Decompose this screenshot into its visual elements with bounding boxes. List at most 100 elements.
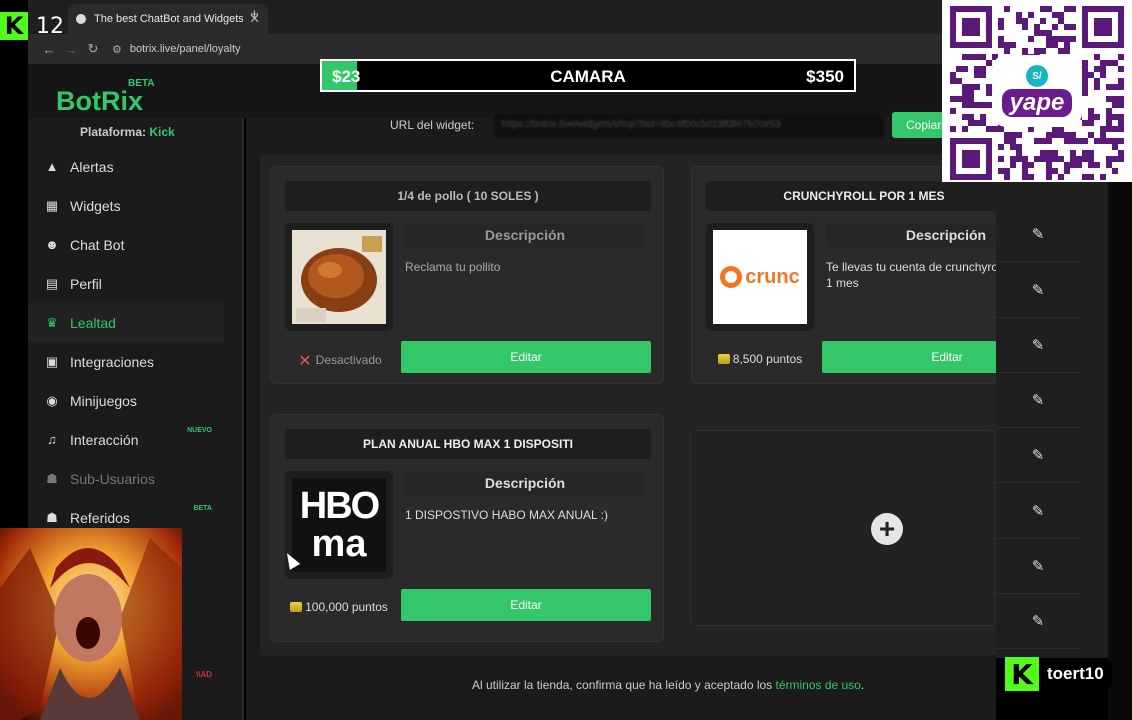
pencil-icon[interactable]: ✎ [1032,446,1045,464]
botrix-logo[interactable]: BotRix [56,86,143,117]
qr-module [1118,114,1124,120]
qr-module [974,102,980,108]
pencil-icon[interactable]: ✎ [1032,612,1045,630]
qr-module [1004,42,1010,48]
edit-button[interactable]: Editar [401,341,651,373]
donation-goal-bar: $23 CAMARA $350 [320,59,856,92]
crunchyroll-icon [720,266,743,288]
platform-value: Kick [149,125,175,139]
qr-module [1076,162,1082,168]
qr-module [1106,126,1112,132]
reload-icon[interactable]: ↻ [82,41,104,57]
qr-module [950,72,956,78]
trophy-icon: ♛ [46,314,58,330]
qr-module [1082,60,1088,66]
qr-module [974,66,980,72]
qr-module [1052,24,1058,30]
url-text[interactable]: botrix.live/panel/loyalty [130,43,241,55]
loyalty-store-panel: URL del widget: https://botrix.live/widg… [246,112,1021,720]
edit-row[interactable]: ✎ [996,427,1080,483]
users-icon: ☗ [46,470,58,486]
sidebar-item-interaccion[interactable]: ♫ Interacción NUEVO [28,420,242,459]
edit-row[interactable]: ✎ [996,372,1080,428]
sidebar-item-label: Sub-Usuarios [70,470,155,487]
qr-module [1040,48,1046,54]
terms-link[interactable]: términos de uso [776,678,861,692]
qr-module [1112,102,1118,108]
qr-module [1046,6,1052,12]
qr-finder [962,18,980,36]
sidebar-item-widgets[interactable]: ▦ Widgets [28,186,242,225]
hbo-max-logo: HBO ma [292,478,386,572]
qr-module [998,156,1004,162]
pencil-icon[interactable]: ✎ [1032,281,1045,299]
description-heading: Descripción [826,223,1020,247]
sidebar-item-sub-usuarios[interactable]: ☗ Sub-Usuarios [28,459,242,498]
sidebar-nav: ▲ Alertas ▦ Widgets ☻ Chat Bot ▤ Perfil … [28,147,242,537]
pencil-icon[interactable]: ✎ [1032,391,1045,409]
reward-image [285,223,393,331]
browser-tab[interactable]: The best ChatBot and Widgets f ✕ [68,4,268,34]
yape-logo: S/ yape [992,55,1082,127]
sidebar-item-chat-bot[interactable]: ☻ Chat Bot [28,225,242,264]
qr-module [1070,132,1076,138]
new-tab-button[interactable]: + [250,6,259,23]
widget-url-input[interactable]: https://botrix.live/widgets/shop?bid=8bc… [494,114,884,138]
streamer-name: toert10 [1039,659,1112,689]
qr-module [1022,156,1028,162]
qr-module [1070,150,1076,156]
qr-module [1106,120,1112,126]
edit-row[interactable]: ✎ [996,262,1080,318]
qr-module [1082,66,1088,72]
sidebar-item-perfil[interactable]: ▤ Perfil [28,264,242,303]
sidebar-item-minijuegos[interactable]: ◉ Minijuegos [28,381,242,420]
qr-module [1046,36,1052,42]
edit-row[interactable]: ✎ [996,593,1080,649]
tab-title: The best ChatBot and Widgets f [94,13,244,25]
pencil-icon[interactable]: ✎ [1032,336,1045,354]
qr-module [1082,174,1088,180]
qr-module [1046,156,1052,162]
edit-row[interactable]: ✎ [996,483,1080,539]
qr-module [962,90,968,96]
edit-row[interactable]: ✎ [996,206,1080,262]
qr-module [1058,174,1064,180]
pencil-icon[interactable]: ✎ [1032,225,1045,243]
qr-module [1106,84,1112,90]
qr-module [1088,72,1094,78]
sidebar-item-lealtad[interactable]: ♛ Lealtad [28,303,224,342]
add-reward-icon[interactable]: + [871,513,903,545]
qr-module [1088,114,1094,120]
qr-module [1100,132,1106,138]
qr-module [1082,138,1088,144]
sidebar-item-alertas[interactable]: ▲ Alertas [28,147,242,186]
qr-module [1010,42,1016,48]
crunchyroll-wordmark: crunc [745,265,800,288]
description-heading: Descripción [405,223,645,247]
reward-list-column: ✎ ✎ ✎ ✎ ✎ ✎ ✎ ✎ [996,182,1108,658]
qr-module [998,18,1004,24]
qr-module [1046,42,1052,48]
qr-module [1004,138,1010,144]
qr-module [1040,138,1046,144]
qr-module [974,120,980,126]
qr-module [1106,162,1112,168]
qr-module [1118,102,1124,108]
qr-module [968,102,974,108]
qr-module [1010,162,1016,168]
qr-module [998,24,1004,30]
edit-row[interactable]: ✎ [996,538,1080,594]
pencil-icon[interactable]: ✎ [1032,502,1045,520]
add-reward-card[interactable]: + [690,430,996,626]
edit-button[interactable]: Editar [822,341,1020,373]
edit-button[interactable]: Editar [401,589,651,621]
qr-module [1094,66,1100,72]
site-info-icon[interactable]: ⚙ [112,43,122,56]
qr-module [998,144,1004,150]
qr-module [968,96,974,102]
qr-module [998,126,1004,132]
status-label: Desactivado [315,353,382,367]
pencil-icon[interactable]: ✎ [1032,557,1045,575]
edit-row[interactable]: ✎ [996,317,1080,373]
sidebar-item-integraciones[interactable]: ▣ Integraciones [28,342,242,381]
